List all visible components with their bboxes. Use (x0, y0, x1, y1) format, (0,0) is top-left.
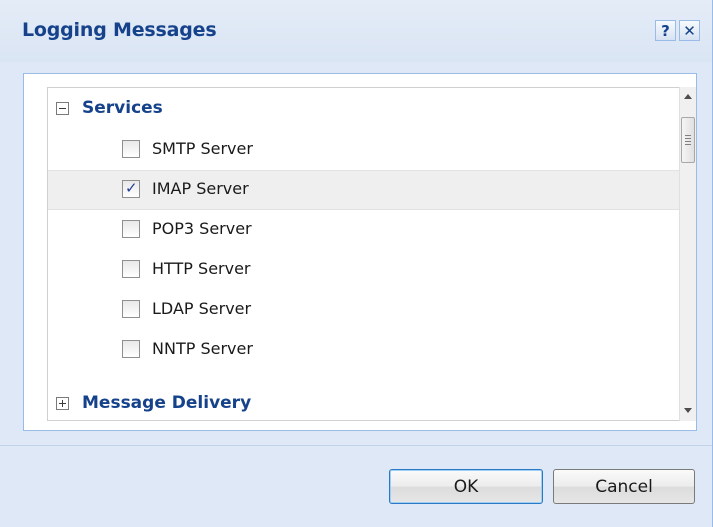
tree-row-pop3-server[interactable]: POP3 Server (48, 210, 679, 250)
tree-row-imap-server[interactable]: ✓ IMAP Server (48, 170, 679, 210)
tree-row-nntp-server[interactable]: NNTP Server (48, 330, 679, 370)
checkmark-icon: ✓ (125, 179, 138, 197)
close-button[interactable]: ✕ (679, 20, 700, 41)
tree-scrollbar[interactable] (679, 87, 696, 421)
row-label: HTTP Server (152, 259, 251, 278)
tree-row-ldap-server[interactable]: LDAP Server (48, 290, 679, 330)
dialog-body: Services SMTP Server ✓ IMAP Server POP3 … (23, 73, 697, 431)
collapse-icon[interactable] (56, 101, 69, 115)
row-label: LDAP Server (152, 299, 252, 318)
help-button[interactable]: ? (655, 20, 676, 41)
scroll-thumb[interactable] (681, 117, 695, 163)
checkbox-http-server[interactable] (122, 260, 140, 278)
close-icon: ✕ (683, 21, 696, 40)
group-header-message-delivery[interactable]: Message Delivery (48, 386, 679, 420)
checkbox-ldap-server[interactable] (122, 300, 140, 318)
logging-tree: Services SMTP Server ✓ IMAP Server POP3 … (47, 87, 679, 421)
cancel-button[interactable]: Cancel (553, 469, 695, 504)
group-label-message-delivery: Message Delivery (82, 393, 252, 413)
group-label-services: Services (82, 98, 163, 118)
row-label: NNTP Server (152, 339, 253, 358)
logging-messages-dialog: Logging Messages ? ✕ Services SMTP Serve… (0, 0, 713, 527)
scroll-down-icon[interactable] (684, 408, 692, 413)
expand-icon[interactable] (56, 396, 69, 410)
footer-divider (0, 445, 712, 446)
tree-row-http-server[interactable]: HTTP Server (48, 250, 679, 290)
help-icon: ? (661, 21, 670, 40)
row-label: SMTP Server (152, 139, 253, 158)
checkbox-pop3-server[interactable] (122, 220, 140, 238)
tree-row-smtp-server[interactable]: SMTP Server (48, 130, 679, 170)
dialog-title: Logging Messages (22, 19, 217, 41)
scroll-up-icon[interactable] (684, 94, 692, 99)
dialog-titlebar[interactable]: Logging Messages ? ✕ (0, 0, 712, 62)
row-label: POP3 Server (152, 219, 252, 238)
checkbox-imap-server[interactable]: ✓ (122, 179, 140, 198)
row-label: IMAP Server (152, 179, 249, 198)
ok-button[interactable]: OK (389, 469, 543, 504)
checkbox-smtp-server[interactable] (122, 140, 140, 158)
group-header-services[interactable]: Services (48, 91, 679, 125)
checkbox-nntp-server[interactable] (122, 340, 140, 358)
